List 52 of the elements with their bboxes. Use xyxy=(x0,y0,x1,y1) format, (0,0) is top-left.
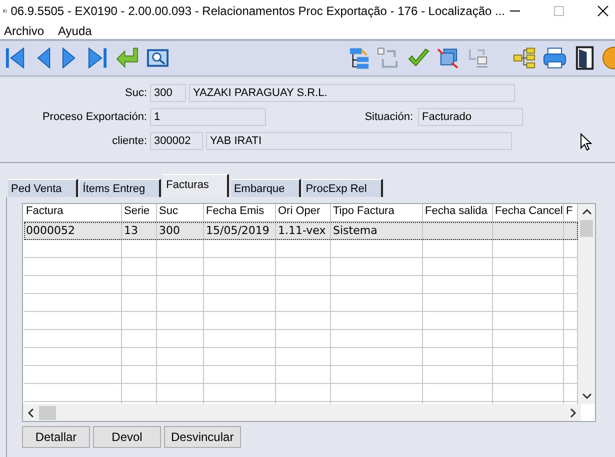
table-row[interactable]: 0000052 13 300 15/05/2019 1.11-vex Sistema xyxy=(24,222,578,240)
tree-table-icon[interactable] xyxy=(348,45,372,71)
table-cell: 300 xyxy=(159,224,180,237)
table-cell: Sistema xyxy=(333,224,378,237)
column-header[interactable]: Fecha salida xyxy=(423,204,493,221)
action-button[interactable]: Desvincular xyxy=(164,426,241,448)
proceso-field[interactable]: 1 xyxy=(150,108,266,126)
enter-arrow-icon[interactable] xyxy=(114,45,140,71)
suc-name-field[interactable]: YAZAKI PARAGUAY S.R.L. xyxy=(189,84,515,102)
scroll-thumb[interactable] xyxy=(39,406,56,420)
column-header[interactable]: Tipo Factura xyxy=(331,204,423,221)
tab[interactable]: Embarque xyxy=(230,179,301,197)
column-header[interactable]: Fecha Cancel xyxy=(493,204,564,221)
horizontal-scrollbar[interactable] xyxy=(23,404,581,421)
table-cell: 13 xyxy=(124,224,138,237)
tab[interactable]: Ped Venta xyxy=(8,179,78,197)
exit-door-icon[interactable] xyxy=(574,45,596,71)
table-cell: 15/05/2019 xyxy=(206,224,270,237)
tab[interactable]: ProcExp Rel xyxy=(302,179,383,197)
close-icon[interactable] xyxy=(597,5,609,17)
cliente-name-field[interactable]: YAB IRATI xyxy=(206,132,512,150)
print-icon[interactable] xyxy=(542,45,568,71)
suc-code-field[interactable]: 300 xyxy=(150,84,186,102)
column-header[interactable]: Ori Oper xyxy=(276,204,331,221)
column-header[interactable]: Factura xyxy=(24,204,122,221)
help-icon[interactable] xyxy=(601,45,615,71)
vertical-scrollbar[interactable] xyxy=(578,204,595,404)
action-button[interactable]: Detallar xyxy=(22,426,90,448)
field-label: Suc: xyxy=(124,87,147,99)
menu-item[interactable]: Archivo xyxy=(4,24,44,38)
field-label: Proceso Exportación: xyxy=(41,111,147,123)
hierarchy-icon[interactable] xyxy=(512,45,536,71)
column-header[interactable]: Serie xyxy=(122,204,157,221)
mouse-cursor-icon xyxy=(580,133,592,151)
cliente-code-field[interactable]: 300002 xyxy=(150,132,203,150)
column-header[interactable]: Fecha Emis xyxy=(204,204,276,221)
field-label: cliente: xyxy=(111,135,147,147)
scroll-up-icon[interactable] xyxy=(582,208,592,216)
scroll-down-icon[interactable] xyxy=(582,392,592,400)
menu-item[interactable]: Ayuda xyxy=(58,24,92,38)
table-cell: 1.11-vex xyxy=(278,224,326,237)
column-header[interactable]: Suc xyxy=(157,204,204,221)
tab[interactable]: Facturas xyxy=(163,174,229,197)
window-title: 06.9.5505 - EX0190 - 2.00.00.093 - Relacionamentos Proc Exportação - 176 - Localização ... xyxy=(10,4,505,18)
scroll-thumb[interactable] xyxy=(580,220,593,237)
field-label: Situación: xyxy=(364,111,413,123)
situacion-field[interactable]: Facturado xyxy=(418,108,523,126)
scroll-right-icon[interactable] xyxy=(569,408,577,418)
tab[interactable]: Ítems Entreg xyxy=(80,179,162,197)
action-button[interactable]: Devol xyxy=(93,426,161,448)
scroll-left-icon[interactable] xyxy=(27,408,35,418)
table-cell: 0000052 xyxy=(26,224,75,237)
